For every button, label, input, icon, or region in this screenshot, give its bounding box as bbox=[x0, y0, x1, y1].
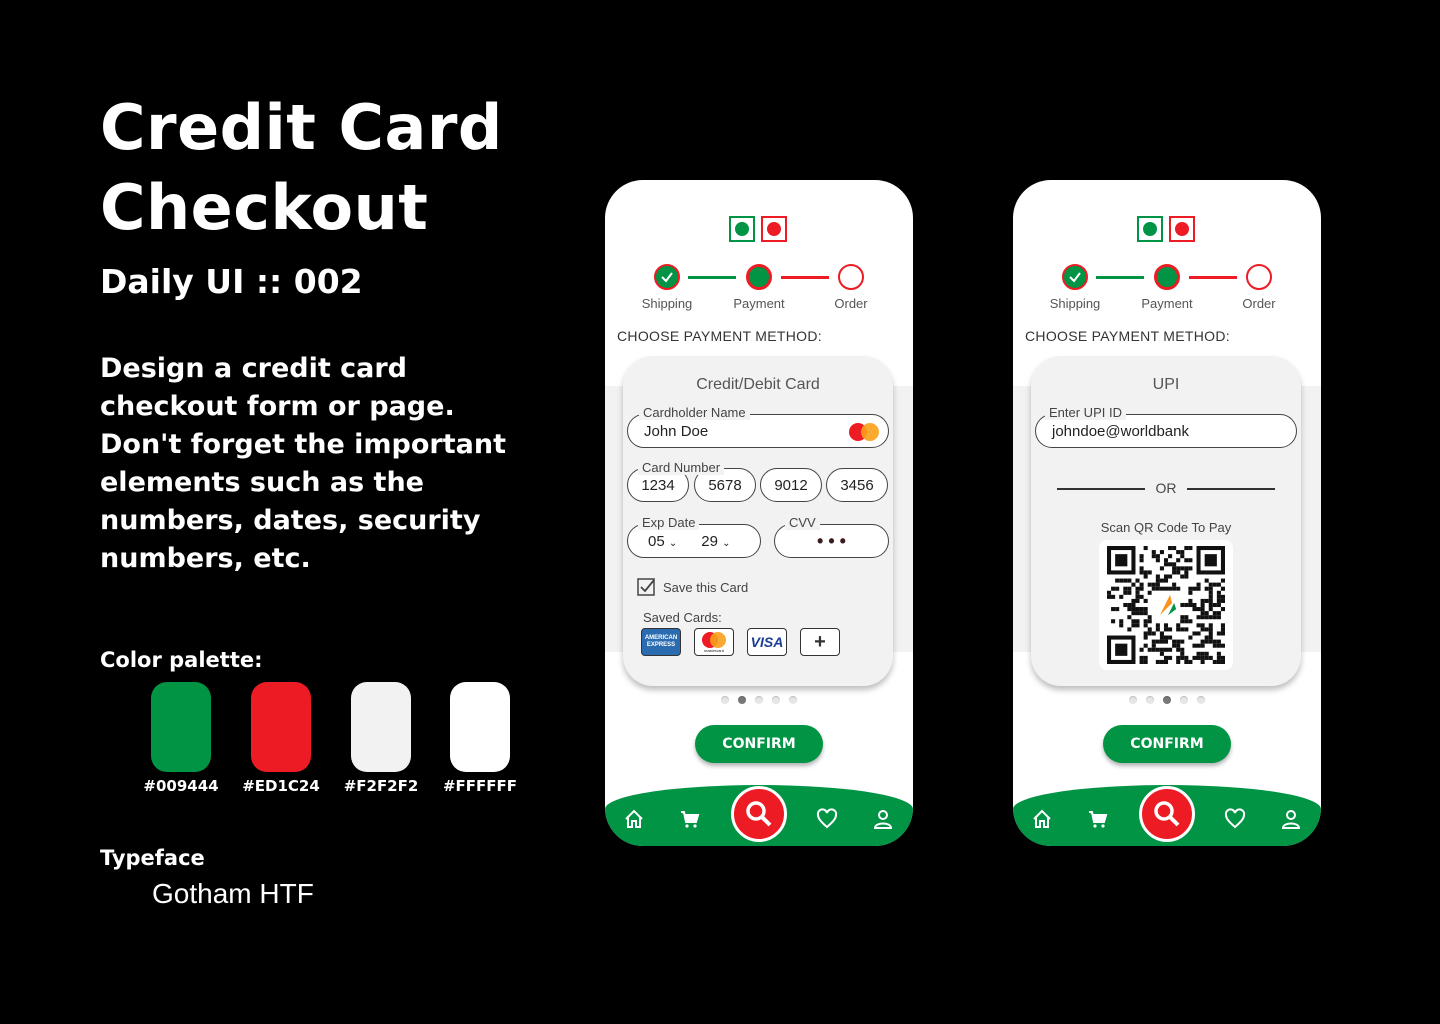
swatch-grey-label: #F2F2F2 bbox=[343, 777, 419, 795]
phone-card-screen: Shipping Payment Order CHOOSE PAYMENT ME… bbox=[605, 180, 913, 846]
page-dots bbox=[605, 696, 913, 704]
flag-green bbox=[729, 216, 755, 242]
cart-icon[interactable] bbox=[1087, 808, 1109, 830]
cart-icon[interactable] bbox=[679, 808, 701, 830]
scan-qr-label: Scan QR Code To Pay bbox=[1100, 520, 1232, 535]
save-card-checkbox[interactable]: Save this Card bbox=[637, 578, 748, 596]
search-icon bbox=[1154, 801, 1180, 827]
choose-payment-label: CHOOSE PAYMENT METHOD: bbox=[617, 328, 822, 344]
page-dot[interactable] bbox=[1180, 696, 1188, 704]
exp-month[interactable]: 05 ⌄ bbox=[648, 533, 677, 550]
check-icon bbox=[661, 272, 673, 283]
home-icon[interactable] bbox=[623, 808, 645, 830]
profile-icon[interactable] bbox=[872, 808, 894, 830]
exp-year[interactable]: 29 ⌄ bbox=[701, 533, 730, 550]
or-label: OR bbox=[1155, 480, 1177, 496]
profile-icon[interactable] bbox=[1280, 808, 1302, 830]
heart-icon[interactable] bbox=[816, 808, 838, 830]
step-shipping-done bbox=[654, 264, 680, 290]
card-number-label: Card Number bbox=[638, 460, 725, 475]
search-button[interactable] bbox=[1139, 786, 1195, 842]
card-number-4[interactable]: 3456 bbox=[826, 468, 888, 502]
page-dots bbox=[1013, 696, 1321, 704]
swatch-green bbox=[151, 682, 211, 772]
swatch-red bbox=[251, 682, 311, 772]
exp-date-label: Exp Date bbox=[638, 515, 700, 530]
mastercard-saved-icon[interactable]: mastercard bbox=[694, 628, 734, 656]
page-dot[interactable] bbox=[1197, 696, 1205, 704]
page-dot[interactable] bbox=[789, 696, 797, 704]
page-description: Design a credit card checkout form or pa… bbox=[100, 353, 506, 574]
page-dot[interactable] bbox=[1129, 696, 1137, 704]
upi-id-value: johndoe@worldbank bbox=[1052, 422, 1189, 440]
step-label-order: Order bbox=[1242, 296, 1276, 311]
checkbox-checked-icon bbox=[637, 578, 655, 596]
step-payment-active bbox=[746, 264, 772, 290]
qr-code-frame bbox=[1099, 540, 1233, 670]
search-icon bbox=[746, 801, 772, 827]
swatch-white bbox=[450, 682, 510, 772]
upi-payment-panel[interactable]: UPI johndoe@worldbank Enter UPI ID OR Sc… bbox=[1031, 356, 1301, 686]
step-shipping-done bbox=[1062, 264, 1088, 290]
check-icon bbox=[1069, 272, 1081, 283]
upi-id-label: Enter UPI ID bbox=[1045, 405, 1126, 420]
confirm-button[interactable]: CONFIRM bbox=[1103, 725, 1231, 763]
step-label-shipping: Shipping bbox=[641, 296, 693, 311]
step-order bbox=[1246, 264, 1272, 290]
search-button[interactable] bbox=[731, 786, 787, 842]
step-label-payment: Payment bbox=[733, 296, 785, 311]
step-payment-active bbox=[1154, 264, 1180, 290]
chevron-down-icon: ⌄ bbox=[668, 537, 678, 549]
mastercard-icon bbox=[849, 423, 879, 441]
page-dot[interactable] bbox=[738, 696, 746, 704]
palette-label: Color palette: bbox=[100, 648, 263, 672]
page-dot[interactable] bbox=[755, 696, 763, 704]
step-label-shipping: Shipping bbox=[1049, 296, 1101, 311]
card-number-3[interactable]: 9012 bbox=[760, 468, 822, 502]
add-card-icon[interactable]: + bbox=[800, 628, 840, 656]
flag-green bbox=[1137, 216, 1163, 242]
svg-text:mastercard: mastercard bbox=[704, 648, 724, 653]
page-dot[interactable] bbox=[1163, 696, 1171, 704]
choose-payment-label: CHOOSE PAYMENT METHOD: bbox=[1025, 328, 1230, 344]
qr-code-icon[interactable] bbox=[1107, 546, 1225, 664]
confirm-button[interactable]: CONFIRM bbox=[695, 725, 823, 763]
saved-cards-label: Saved Cards: bbox=[643, 610, 722, 625]
cardholder-label: Cardholder Name bbox=[639, 405, 750, 420]
swatch-grey bbox=[351, 682, 411, 772]
page-dot[interactable] bbox=[721, 696, 729, 704]
cardholder-value: John Doe bbox=[644, 422, 709, 440]
swatch-white-label: #FFFFFF bbox=[442, 777, 518, 795]
title-line-2: Checkout bbox=[100, 171, 429, 244]
chevron-down-icon: ⌄ bbox=[722, 537, 731, 549]
step-order bbox=[838, 264, 864, 290]
page-dot[interactable] bbox=[1146, 696, 1154, 704]
step-label-order: Order bbox=[834, 296, 868, 311]
cvv-label: CVV bbox=[785, 515, 820, 530]
swatch-red-label: #ED1C24 bbox=[242, 777, 320, 795]
home-icon[interactable] bbox=[1031, 808, 1053, 830]
flag-red bbox=[1169, 216, 1195, 242]
panel-title: UPI bbox=[1152, 376, 1180, 393]
divider bbox=[1057, 488, 1145, 490]
title-line-1: Credit Card bbox=[100, 91, 503, 164]
swatch-green-label: #009444 bbox=[143, 777, 219, 795]
phone-upi-screen: Shipping Payment Order CHOOSE PAYMENT ME… bbox=[1013, 180, 1321, 846]
save-card-label: Save this Card bbox=[663, 579, 749, 595]
flag-red bbox=[761, 216, 787, 242]
panel-title: Credit/Debit Card bbox=[696, 376, 820, 393]
typeface-value: Gotham HTF bbox=[152, 878, 314, 909]
step-label-payment: Payment bbox=[1141, 296, 1193, 311]
heart-icon[interactable] bbox=[1224, 808, 1246, 830]
card-payment-panel[interactable]: Credit/Debit Card John Doe Cardholder Na… bbox=[623, 356, 893, 686]
page-dot[interactable] bbox=[772, 696, 780, 704]
divider bbox=[1187, 488, 1275, 490]
page-title: Credit Card Checkout bbox=[100, 88, 503, 248]
typeface-label: Typeface bbox=[100, 846, 205, 870]
visa-icon[interactable]: VISA bbox=[747, 628, 787, 656]
page-subtitle: Daily UI :: 002 bbox=[100, 262, 363, 301]
amex-icon[interactable]: AMERICAN EXPRESS bbox=[641, 628, 681, 656]
